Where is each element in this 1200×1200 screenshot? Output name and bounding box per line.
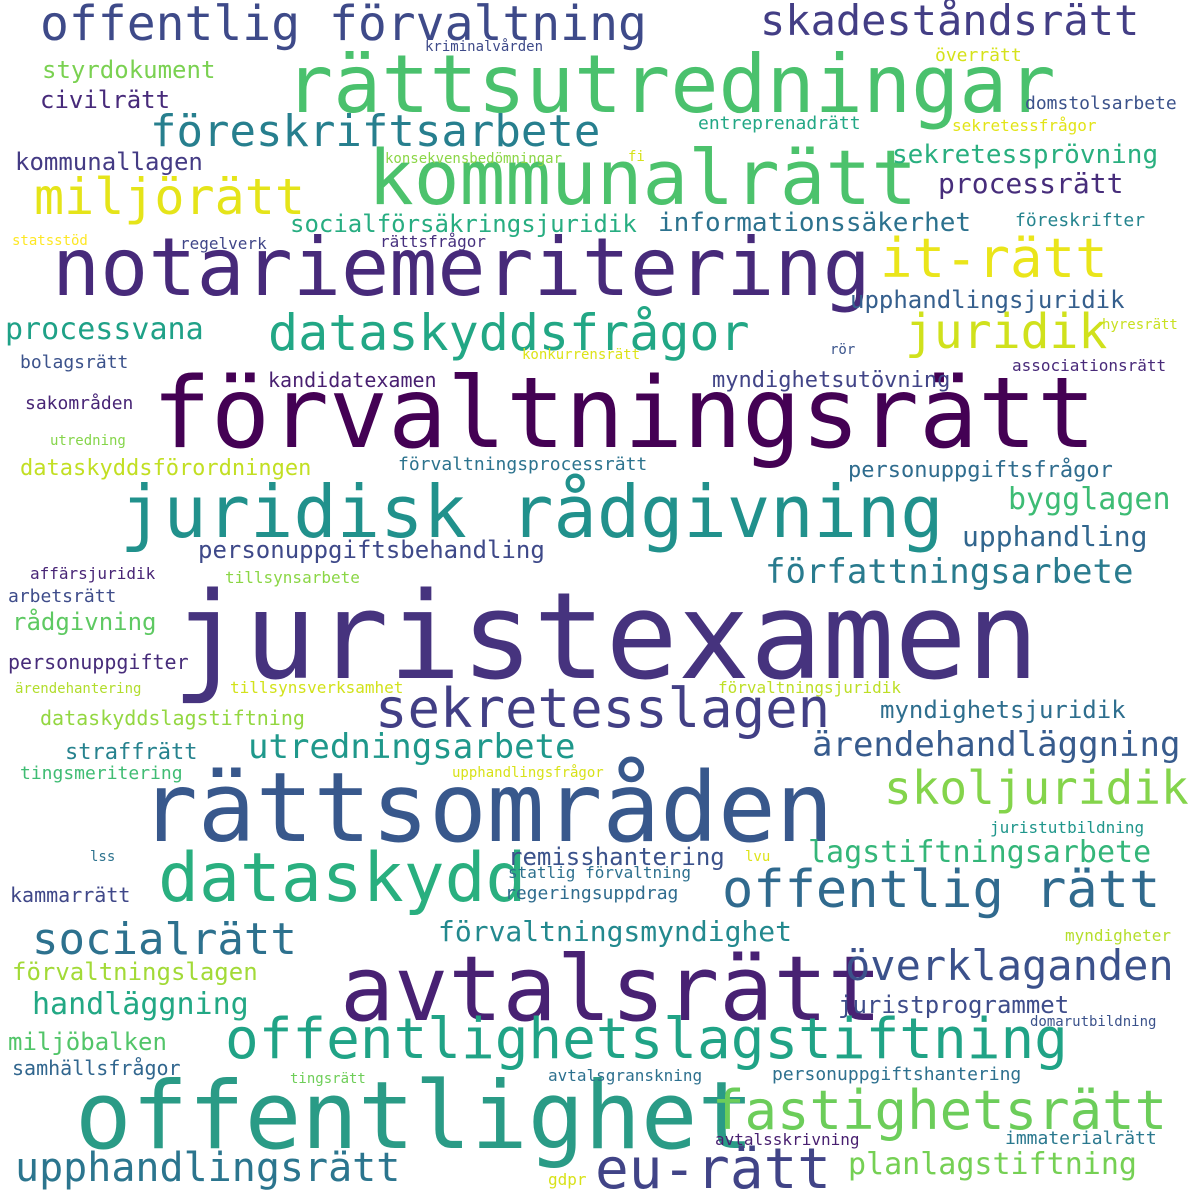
word: fi [628,149,645,165]
word: rådgivning [12,608,157,636]
word: dataskyddsfrågor [268,304,750,362]
word: förvaltningsjuridik [718,678,902,697]
word: gdpr [548,1170,587,1189]
word: förvaltningsmyndighet [438,915,793,948]
word: rättsfrågor [380,232,486,251]
word: skoljuridik [884,761,1189,815]
word: juristutbildning [990,818,1145,837]
word: hyresrätt [1102,317,1178,333]
word: planlagstiftning [848,1147,1137,1182]
word: upphandlingsfrågor [452,765,604,781]
word: föreskriftsarbete [150,106,601,157]
word: förvaltningslagen [12,958,258,986]
word: lagstiftningsarbete [808,835,1152,870]
word: kriminalvården [425,39,544,55]
word: processrätt [938,167,1124,200]
word: miljöbalken [8,1028,167,1056]
word: arbetsrätt [8,586,117,607]
word: dataskyddsförordningen [20,456,312,481]
word: tillsynsverksamhet [230,678,404,697]
word: processvana [5,312,204,347]
word: personuppgiftsfrågor [848,458,1113,483]
word: entreprenadrätt [698,113,861,134]
word: upphandlingsjuridik [850,286,1125,314]
word: associationsrätt [1012,356,1167,375]
word: tillsynsarbete [225,568,360,587]
word: myndighetsjuridik [880,696,1126,724]
word: sekretessfrågor [952,116,1097,135]
word: rör [830,342,856,358]
word: domarutbildning [1030,1014,1157,1030]
word: myndighetsutövning [712,368,951,393]
word: föreskrifter [1015,210,1146,231]
word: överklaganden [845,941,1174,990]
word: kammarrätt [10,883,131,907]
word: samhällsfrågor [12,1056,181,1080]
word: kommunallagen [15,148,203,176]
word: sakområden [25,393,134,414]
word: konkurrensrätt [522,347,641,363]
word: straffrätt [65,740,198,765]
word: förvaltningsprocessrätt [398,454,648,475]
word: myndigheter [1065,926,1171,945]
word: styrdokument [42,56,216,84]
word: personuppgiftsbehandling [198,536,545,564]
word: domstolsarbete [1025,93,1177,114]
word: tingsrätt [290,1071,366,1087]
word: eu-rätt [595,1137,832,1200]
word: handläggning [32,987,249,1022]
word: informationssäkerhet [658,208,972,238]
word: bolagsrätt [20,352,129,373]
word: juridik [905,304,1108,360]
word: lss [90,849,116,865]
word: socialrätt [32,914,297,965]
word: utredning [50,433,126,449]
word: ärendehandläggning [812,725,1181,765]
word: offentlig rätt [722,860,1161,920]
word: kandidatexamen [268,368,437,392]
word-cloud: juristexamen förvaltningsrätt rättsområd… [0,0,1200,1200]
word: tingsmeritering [20,763,183,784]
word: skadeståndsrätt [760,0,1140,45]
word: affärsjuridik [30,564,156,583]
word: sekretessprövning [892,140,1159,170]
word: regelverk [180,234,267,253]
word: immaterialrätt [1005,1128,1157,1149]
word: överrätt [935,45,1022,66]
word: lvu [745,849,771,865]
word: miljörätt [34,168,305,226]
word: personuppgifter [8,650,189,674]
word: statsstöd [12,233,88,249]
word: upphandlingsrätt [15,1145,401,1191]
word: utredningsarbete [248,727,576,767]
word: offentlig förvaltning [40,0,647,52]
word: upphandling [962,520,1148,553]
word: avtalsskrivning [715,1130,860,1149]
word: it-rätt [880,227,1108,290]
word: ärendehantering [15,681,142,697]
word: dataskydd [158,839,527,918]
word: personuppgiftshantering [772,1064,1022,1085]
word: författningsarbete [765,552,1134,592]
word: civilrätt [40,86,171,114]
word: regeringsuppdrag [505,883,679,904]
word: konsekvensbedömningar [385,151,563,167]
word: avtalsgranskning [548,1066,703,1085]
word: bygglagen [1008,482,1171,517]
word: statlig förvaltning [508,863,692,882]
word: dataskyddslagstiftning [40,706,305,730]
word: offentlighetslagstiftning [225,1007,1068,1072]
